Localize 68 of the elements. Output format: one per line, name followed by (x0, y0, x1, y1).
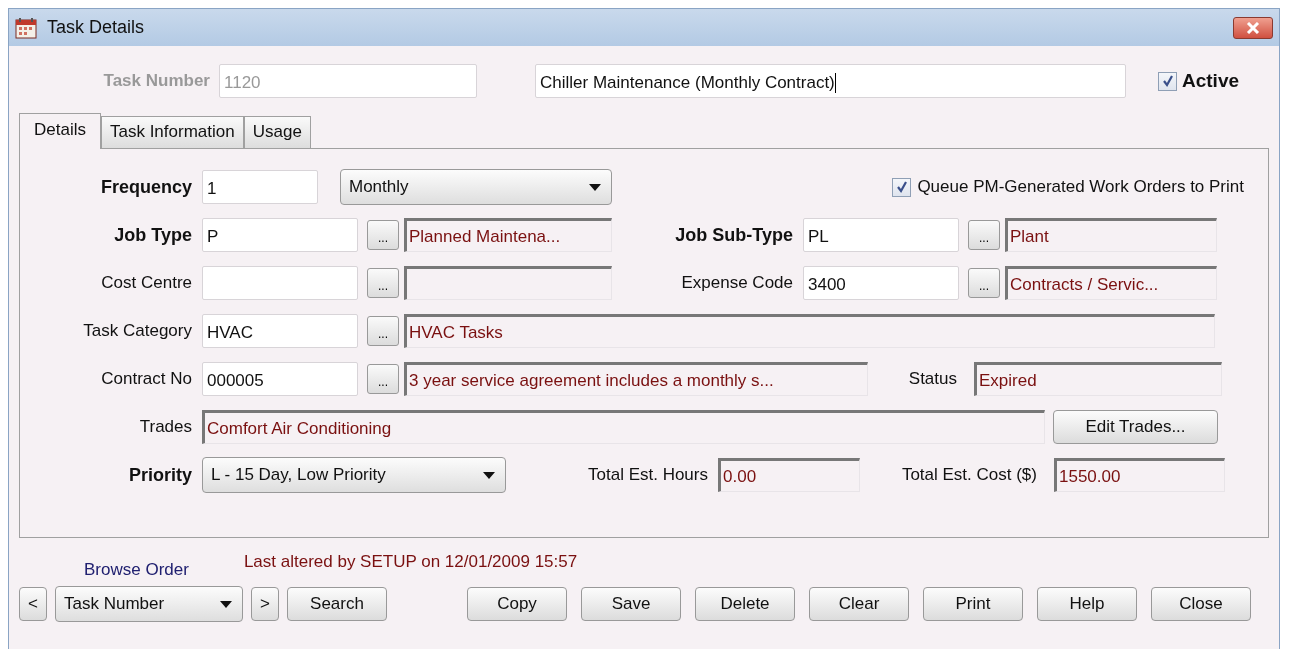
description-field: HVAC Tasks (404, 314, 1215, 348)
checkbox[interactable] (892, 177, 912, 197)
code-field[interactable]: 3400 (803, 266, 959, 300)
lookup-button[interactable]: ... (367, 268, 399, 298)
field-label: Expense Code (680, 273, 794, 293)
lookup-button[interactable]: ... (367, 220, 399, 250)
checkbox-label: Queue PM-Generated Work Orders to Print (917, 177, 1244, 197)
last-altered-text: Last altered by SETUP on 12/01/2009 15:57 (243, 552, 578, 572)
action-button[interactable]: Delete (695, 587, 795, 621)
checkbox-label: Active (1182, 70, 1240, 92)
lookup-button[interactable]: ... (968, 268, 1000, 298)
caret-icon (220, 600, 232, 608)
check-icon (1160, 74, 1175, 88)
status-field: Expired (974, 362, 1222, 396)
hours-field: 0.00 (718, 458, 860, 492)
field-label: Job Sub-Type (674, 224, 794, 246)
field-label: Cost Centre (100, 273, 193, 293)
close-icon (1246, 21, 1260, 34)
code-field[interactable]: P (202, 218, 358, 252)
window-title: Task Details (47, 17, 146, 38)
close-button[interactable] (1233, 16, 1273, 39)
description-field: Contracts / Servic... (1005, 266, 1217, 300)
field-label: Status (907, 369, 958, 389)
field-label: Total Est. Hours (587, 465, 709, 485)
check-icon (894, 180, 909, 194)
field-label: Task Category (82, 321, 193, 341)
description-field: 3 year service agreement includes a monthly s... (404, 362, 868, 396)
description-field: Planned Maintena... (404, 218, 612, 252)
code-field[interactable]: 000005 (202, 362, 358, 396)
tab[interactable]: Task Information (100, 116, 244, 148)
code-field[interactable] (202, 266, 358, 300)
action-button[interactable]: Close (1151, 587, 1251, 621)
caret-icon (589, 183, 601, 191)
field-label: Task Number (102, 71, 211, 91)
next-button[interactable]: > (251, 587, 279, 621)
frequency-field[interactable]: 1 (202, 170, 318, 204)
field-label: Total Est. Cost ($) (900, 465, 1038, 485)
search-button[interactable]: Search (287, 587, 387, 621)
calendar-icon (15, 16, 37, 39)
edit-trades-button[interactable]: Edit Trades... (1053, 410, 1218, 444)
field-label: Trades (138, 417, 193, 437)
checkbox[interactable] (1158, 71, 1177, 91)
code-field[interactable]: HVAC (202, 314, 358, 348)
action-button[interactable]: Save (581, 587, 681, 621)
lookup-button[interactable]: ... (367, 316, 399, 346)
caret-icon (483, 471, 495, 479)
description-field: Plant (1005, 218, 1217, 252)
previous-button[interactable]: < (19, 587, 47, 621)
action-button[interactable]: Print (923, 587, 1023, 621)
action-button[interactable]: Clear (809, 587, 909, 621)
period-dropdown[interactable]: Monthly (340, 169, 612, 205)
tab[interactable]: Usage (243, 116, 311, 148)
trades-field: Comfort Air Conditioning (202, 410, 1045, 444)
task-name-field[interactable]: Chiller Maintenance (Monthly Contract) (535, 64, 1126, 98)
field-label: Priority (127, 464, 193, 486)
action-button[interactable]: Copy (467, 587, 567, 621)
action-button[interactable]: Help (1037, 587, 1137, 621)
tab[interactable]: Details (19, 113, 101, 149)
cost-field: 1550.00 (1054, 458, 1225, 492)
field-label: Frequency (99, 176, 193, 198)
browse-order-label: Browse Order (84, 560, 189, 580)
field-label: Job Type (113, 224, 193, 246)
code-field[interactable]: PL (803, 218, 959, 252)
browse-order-dropdown[interactable]: Task Number (55, 586, 243, 622)
lookup-button[interactable]: ... (367, 364, 399, 394)
priority-dropdown[interactable]: L - 15 Day, Low Priority (202, 457, 506, 493)
field-label: Contract No (100, 369, 193, 389)
lookup-button[interactable]: ... (968, 220, 1000, 250)
